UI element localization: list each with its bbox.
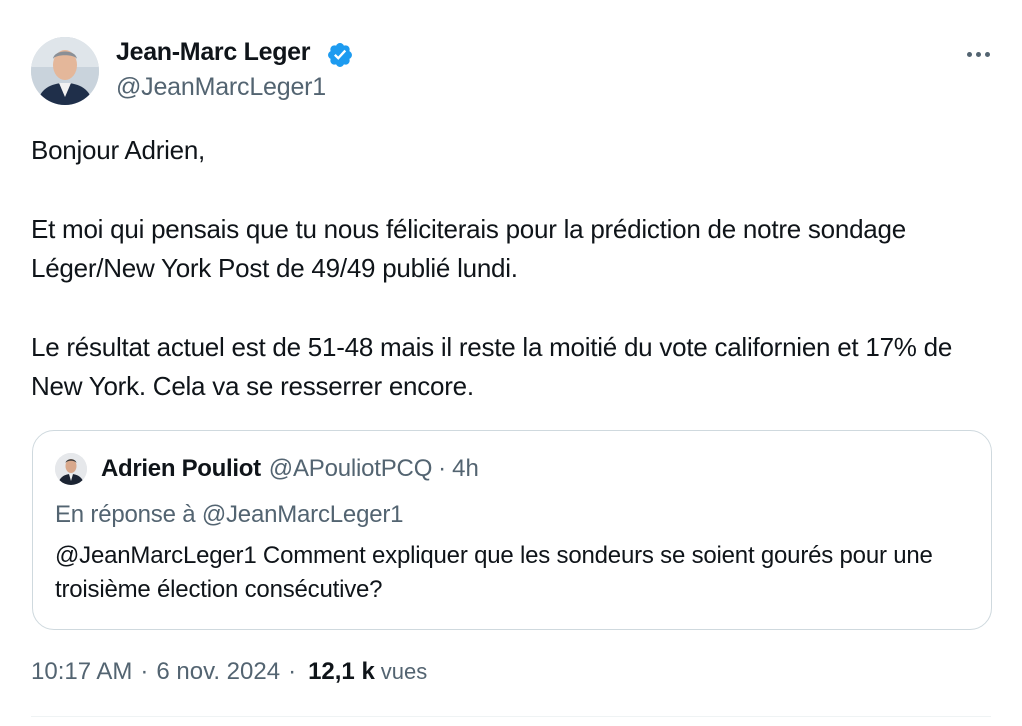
quoted-reply-context: En réponse à @JeanMarcLeger1 bbox=[55, 501, 404, 528]
separator-dot: · bbox=[438, 455, 447, 482]
verified-badge-icon bbox=[326, 41, 354, 69]
separator-dot: · bbox=[288, 658, 297, 685]
more-horizontal-icon bbox=[966, 51, 972, 57]
tweet-date[interactable]: 6 nov. 2024 bbox=[156, 658, 280, 686]
author-avatar-photo bbox=[31, 37, 99, 105]
author-avatar[interactable] bbox=[31, 37, 99, 105]
quoted-author-avatar[interactable] bbox=[55, 453, 87, 485]
quoted-author-handle[interactable]: @APouliotPCQ bbox=[269, 455, 433, 483]
tweet-detail: Jean-Marc Leger @JeanMarcLeger1 Bonjour … bbox=[0, 0, 1022, 726]
tweet-time[interactable]: 10:17 AM bbox=[31, 658, 132, 686]
quoted-author-name[interactable]: Adrien Pouliot bbox=[101, 455, 261, 483]
views-count[interactable]: 12,1 k bbox=[308, 658, 375, 686]
quoted-tweet-card[interactable]: Adrien Pouliot @APouliotPCQ · 4h En répo… bbox=[32, 430, 992, 630]
more-options-button[interactable] bbox=[960, 40, 996, 68]
quoted-timestamp[interactable]: 4h bbox=[452, 455, 479, 483]
quoted-tweet-text: @JeanMarcLeger1 Comment expliquer que le… bbox=[55, 542, 933, 603]
tweet-paragraph: Bonjour Adrien, bbox=[31, 135, 206, 165]
tweet-paragraph: Le résultat actuel est de 51-48 mais il … bbox=[31, 332, 953, 401]
author-handle[interactable]: @JeanMarcLeger1 bbox=[116, 73, 326, 102]
author-name[interactable]: Jean-Marc Leger bbox=[116, 38, 311, 67]
tweet-metadata: 10:17 AM · 6 nov. 2024 · 12,1 k vues bbox=[31, 658, 427, 686]
quoted-avatar-photo bbox=[55, 453, 87, 485]
tweet-text: Bonjour Adrien, Et moi qui pensais que t… bbox=[31, 131, 991, 406]
quoted-header: Adrien Pouliot @APouliotPCQ · 4h bbox=[101, 455, 479, 483]
divider bbox=[31, 716, 991, 717]
separator-dot: · bbox=[140, 658, 149, 685]
tweet-paragraph: Et moi qui pensais que tu nous féliciter… bbox=[31, 214, 906, 283]
views-label: vues bbox=[380, 659, 428, 684]
